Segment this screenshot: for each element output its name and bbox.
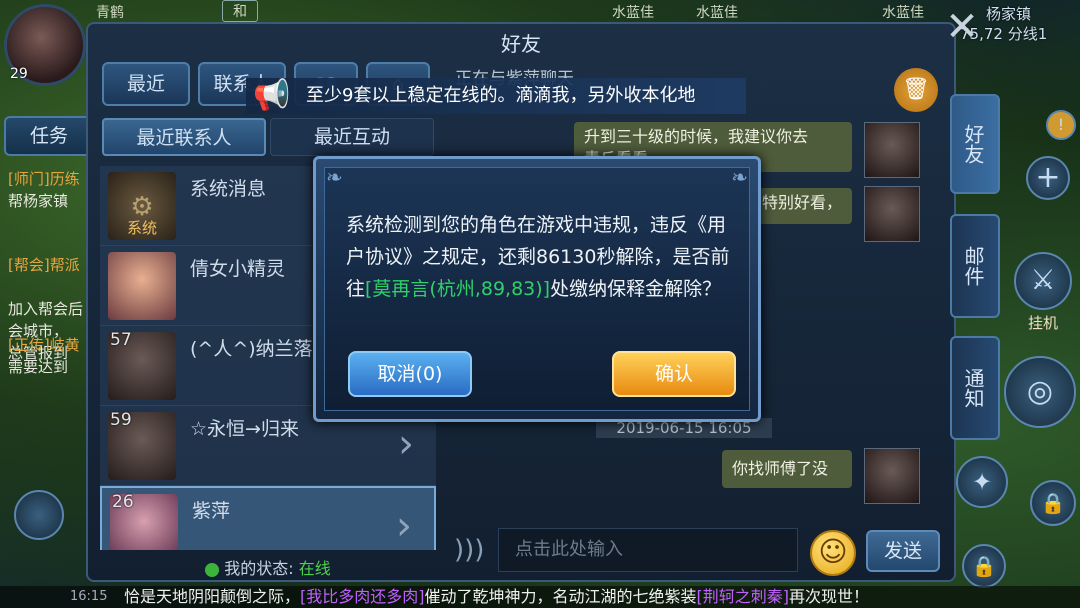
violation-dialog: ❧ ❧ 系统检测到您的角色在游戏中违规，违反《用户协议》之规定，还剩86130秒… [313,156,761,422]
alert-icon[interactable]: ! [1046,110,1076,140]
dialog-text-after: 处缴纳保释金解除？ [550,278,722,300]
panel-title: 好友 [501,32,541,56]
quest-tag: [正传] [8,336,50,354]
close-icon[interactable]: ✕ [944,7,980,47]
side-tab-mail[interactable]: 邮件 [950,214,1000,318]
hang-label: 挂机 [1027,314,1058,332]
system-broadcast: 16:15 恰是天地阴阳颠倒之际，[我比多肉还多肉]催动了乾坤神力，名动江湖的七… [0,586,1080,608]
chat-avatar [864,186,920,242]
my-status[interactable]: 我的状态: 在线 [100,554,436,584]
player-level: 29 [10,66,28,82]
quest-tag: [帮会] [8,256,50,274]
status-value: 在线 [298,559,331,578]
quest-title: 岐黄 [49,336,80,354]
contact-avatar [108,252,176,320]
npc-name: 水蓝佳 [612,5,654,21]
contact-name: 倩女小精灵 [190,258,286,280]
side-tab-friends[interactable]: 好友 [950,94,1000,194]
chat-avatar [864,122,920,178]
player-name: 青鹤 [96,5,124,21]
chat-message: 你找师傅了没 [722,450,852,488]
chevron-right-icon: › [396,503,412,549]
broadcast-text: 催动了乾坤神力，名动江湖的七绝紫装 [424,587,697,606]
voice-icon[interactable]: ))) [454,535,484,565]
skill-button[interactable] [14,490,64,540]
announcement-banner: 至少9套以上稳定在线的。滴滴我，另外收本化地 [246,78,746,114]
broadcast-player[interactable]: [我比多肉还多肉] [300,587,425,606]
online-dot-icon [205,562,220,577]
broadcast-text: 恰是天地阴阳颠倒之际， [124,587,301,606]
status-label: 我的状态: [224,559,294,578]
confirm-button[interactable]: 确认 [612,351,736,397]
flourish-icon: ❧ [326,165,343,189]
megaphone-icon: 📢 [253,78,291,113]
quest-title: 帮派 [49,256,80,274]
player-badge: 和 [222,0,258,22]
emoji-icon[interactable]: ☺ [810,530,856,576]
chat-message: 特别好看， [752,188,852,224]
npc-name: 水蓝佳 [696,5,738,21]
contact-name: 紫萍 [192,500,231,522]
send-button[interactable]: 发送 [866,530,940,572]
side-tab-notify[interactable]: 通知 [950,336,1000,440]
dialog-message: 系统检测到您的角色在游戏中违规，违反《用户协议》之规定，还剩86130秒解除，是… [346,209,738,305]
lock-icon[interactable]: 🔒 [962,544,1006,588]
subtab-recent-interactions[interactable]: 最近互动 [270,118,434,156]
system-avatar: ⚙ 系统 [108,172,176,240]
quest-tag: [师门] [8,170,50,188]
tab-recent[interactable]: 最近 [102,62,190,106]
top-bar: 青鹤 和 水蓝佳 水蓝佳 水蓝佳 [0,0,1080,22]
crossed-swords-icon[interactable]: ⚔ [1014,252,1072,310]
contact-level: 26 [112,492,134,512]
broadcast-item[interactable]: [荆轲之刺秦] [697,587,790,606]
skill-icon[interactable]: ✦ [956,456,1008,508]
contact-name: (^人^)纳兰落日 [190,338,332,360]
lock-icon[interactable]: 🔒 [1030,480,1076,526]
left-sidebar: 29 任务 [师门]历练 帮杨家镇 [帮会]帮派 加入帮会后 会城市， 总管报到… [0,0,100,608]
clock-time: 16:15 [70,589,108,604]
avatar-label: 系统 [126,219,157,237]
quest-title: 历练 [49,170,80,188]
trash-icon[interactable]: 🗑 [894,68,938,112]
chevron-right-icon: › [398,421,414,467]
contact-item-selected[interactable]: 26 紫萍 › [100,486,436,550]
chat-avatar [864,448,920,504]
contact-level: 59 [110,410,132,430]
contact-level: 57 [110,330,132,350]
subtab-recent-contacts[interactable]: 最近联系人 [102,118,266,156]
task-tab[interactable]: 任务 [4,116,94,156]
broadcast-text: 再次现世！ [789,587,870,606]
skill-swirl-icon[interactable]: ◎ [1004,356,1076,428]
chat-input[interactable]: 点击此处输入 [498,528,798,572]
plus-icon[interactable]: + [1026,156,1070,200]
cancel-button[interactable]: 取消(0) [348,351,472,397]
flourish-icon: ❧ [731,165,748,189]
dialog-location-link[interactable]: [莫再言(杭州,89,83)] [365,278,550,300]
contact-name: 系统消息 [190,178,267,200]
contact-name: ☆永恒→归来 [190,418,299,440]
npc-name: 水蓝佳 [882,5,924,21]
